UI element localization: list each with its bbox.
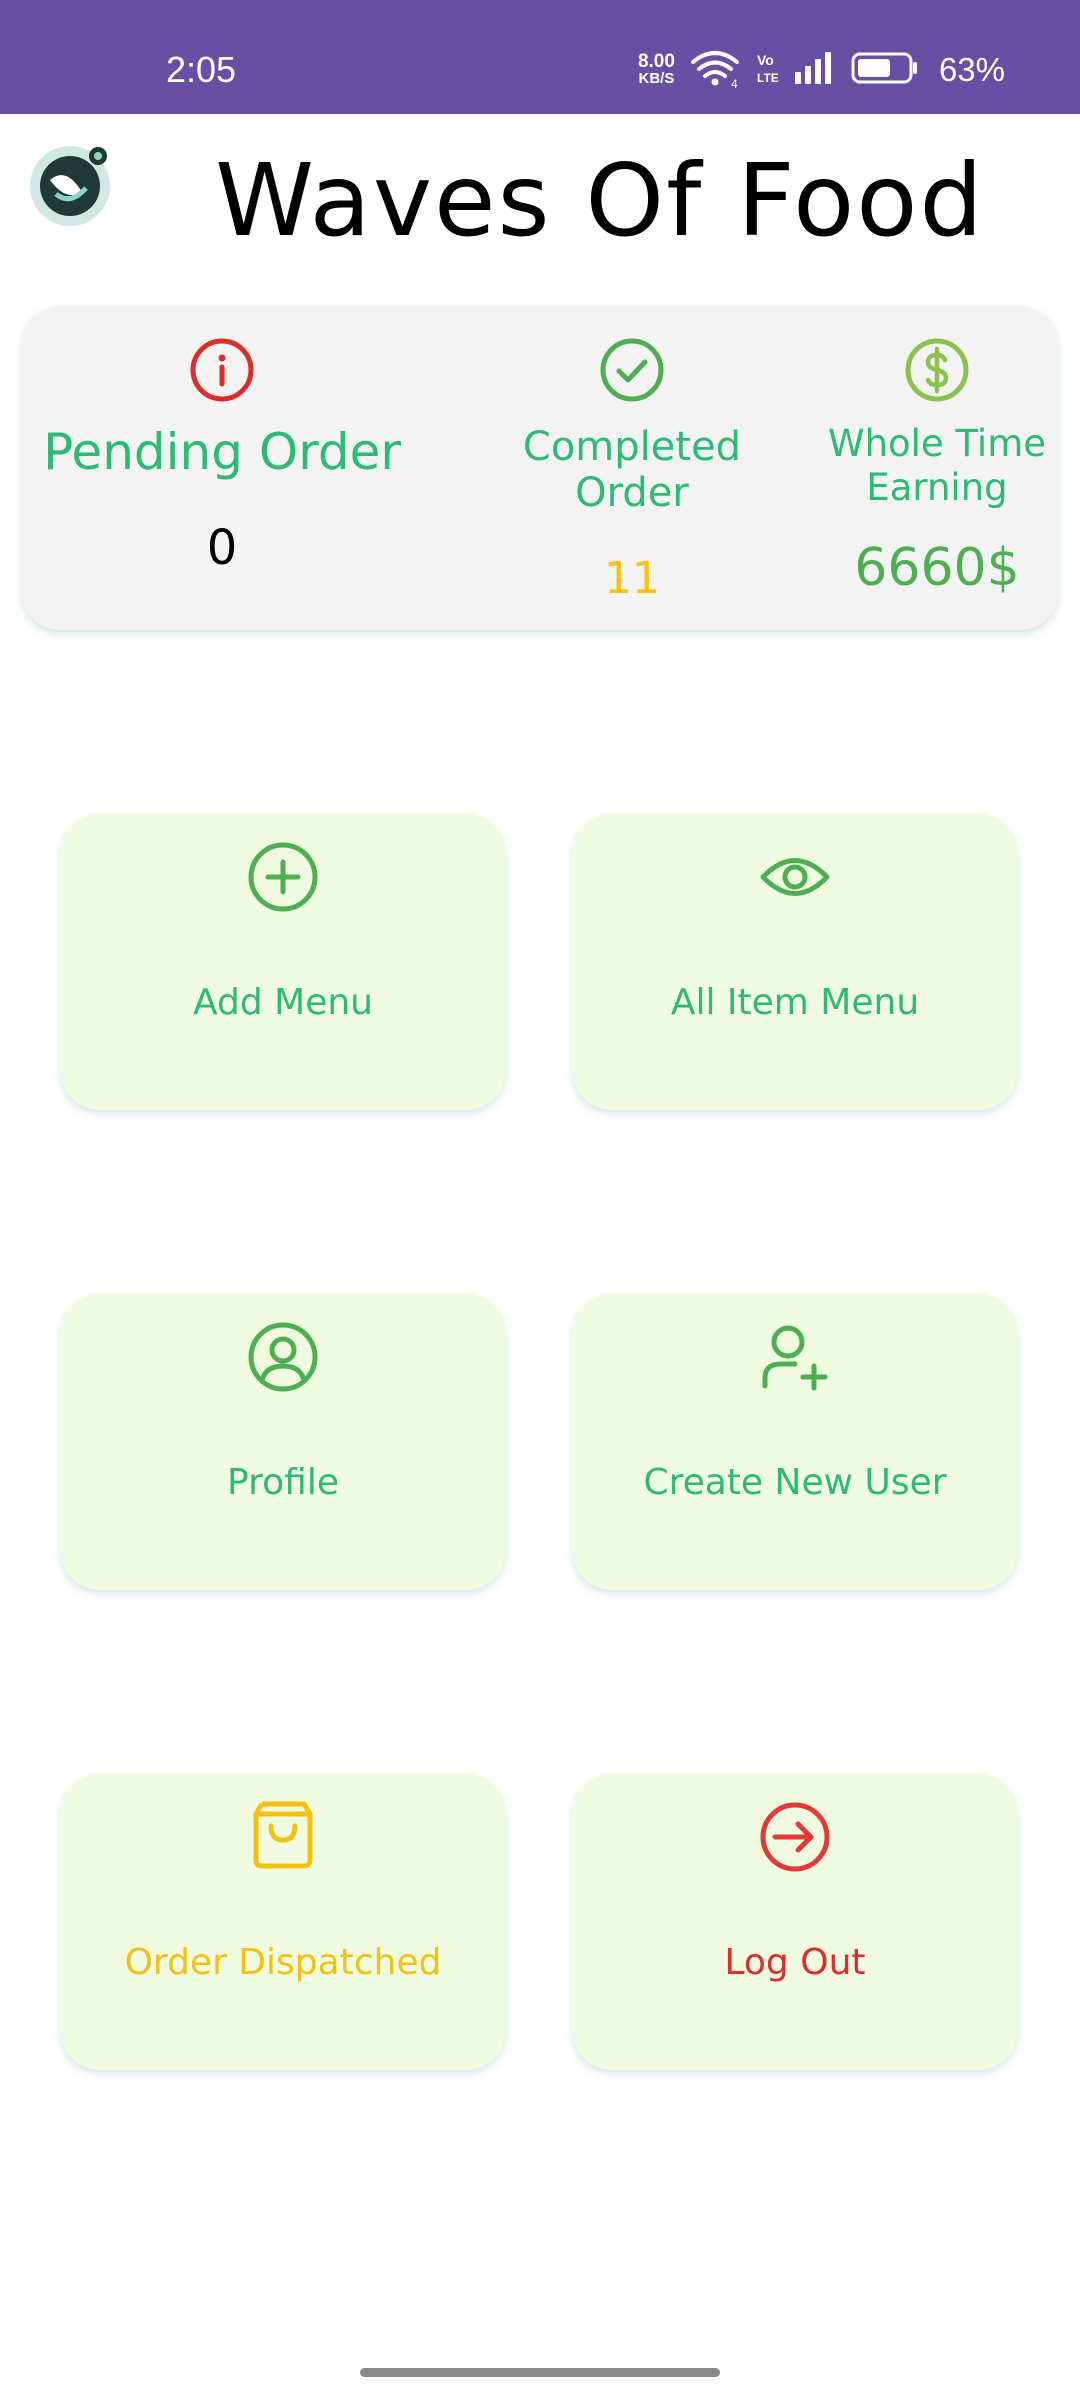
create-new-user-tile[interactable]: Create New User [572,1294,1018,1590]
profile-tile[interactable]: Profile [60,1294,506,1590]
stat-earning-label-line2: Earning [866,466,1008,509]
signal-icon [793,50,837,90]
battery-icon [851,50,919,90]
svg-text:Vo: Vo [757,52,774,68]
wifi-icon: 4 [689,48,741,92]
stat-pending-order: Pending Order 0 [22,306,422,630]
stat-completed-value: 11 [604,553,660,604]
network-type-badge: 4 [731,77,738,88]
volte-icon: Vo LTE [755,48,779,92]
stat-pending-value: 0 [206,520,238,576]
log-out-tile[interactable]: Log Out [572,1774,1018,2070]
shopping-bag-icon [246,1800,320,1874]
stat-earning-label-line1: Whole Time [827,422,1047,465]
battery-percent: 63% [938,51,1005,88]
logout-icon [758,1800,832,1874]
create-new-user-label: Create New User [643,1462,947,1503]
home-indicator[interactable] [360,2368,720,2377]
stat-pending-label: Pending Order [43,423,401,481]
all-item-menu-tile[interactable]: All Item Menu [572,814,1018,1110]
status-time: 2:05 [166,49,237,90]
stats-card: Pending Order 0 Completed Order 11 Whole… [22,306,1058,630]
svg-text:LTE: LTE [757,71,779,85]
status-icons: 8.00 KB/S 4 Vo LTE 63% [638,48,1005,92]
app-logo [26,136,122,232]
network-speed: 8.00 KB/S [637,51,675,87]
network-speed-value: 8.00 [637,51,675,72]
order-dispatched-tile[interactable]: Order Dispatched [60,1774,506,2070]
info-icon [188,336,256,404]
stat-completed-label-line1: Completed [522,424,742,470]
stat-completed-label-line2: Order [575,470,689,516]
check-circle-icon [598,336,666,404]
network-speed-unit: KB/S [638,70,675,87]
dollar-circle-icon [903,336,971,404]
order-dispatched-label: Order Dispatched [124,1942,442,1983]
user-circle-icon [246,1320,320,1394]
stat-earning-value: 6660$ [854,538,1020,598]
stat-whole-time-earning: Whole Time Earning 6660$ [812,306,1062,630]
add-menu-tile[interactable]: Add Menu [60,814,506,1110]
plus-circle-icon [246,840,320,914]
eye-icon [758,840,832,914]
app-title: Waves Of Food [215,142,985,259]
status-bar: 2:05 8.00 KB/S 4 Vo LTE 63% [0,0,1080,114]
user-plus-icon [758,1320,832,1394]
add-menu-label: Add Menu [193,982,373,1023]
stat-completed-order: Completed Order 11 [502,306,762,630]
all-item-menu-label: All Item Menu [670,982,920,1023]
log-out-label: Log Out [724,1942,866,1983]
profile-label: Profile [227,1462,339,1503]
